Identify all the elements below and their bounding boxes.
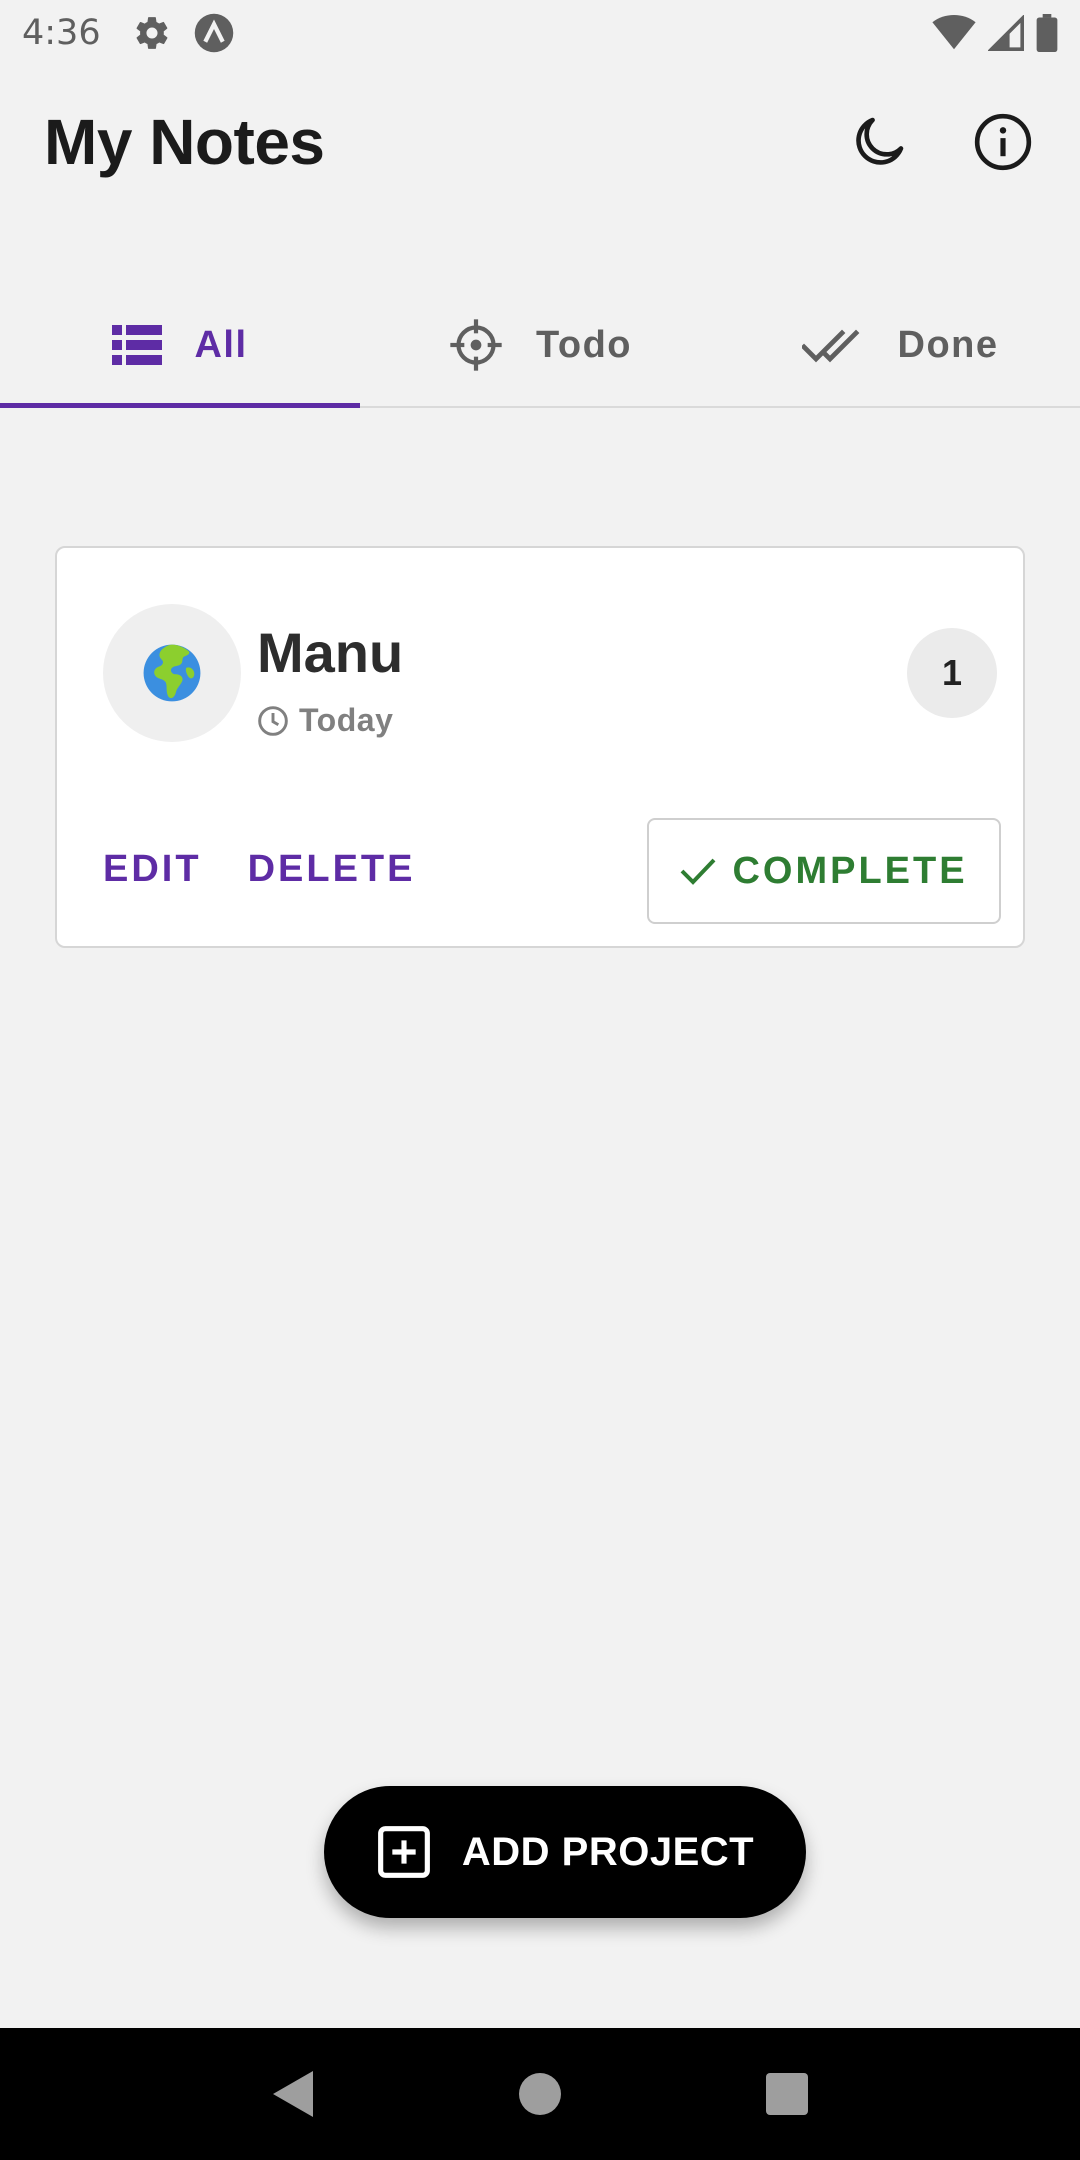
tab-done-label: Done xyxy=(897,323,999,366)
status-system-icons xyxy=(932,14,1058,52)
plus-square-icon xyxy=(377,1826,430,1878)
dark-mode-button[interactable] xyxy=(848,111,910,173)
cell-signal-icon xyxy=(988,15,1024,51)
task-count-badge: 1 xyxy=(907,628,997,718)
moon-icon xyxy=(856,117,904,165)
crosshair-icon xyxy=(450,319,502,371)
settings-icon xyxy=(133,14,171,52)
tab-all-label: All xyxy=(194,323,248,366)
info-button[interactable] xyxy=(972,111,1034,173)
system-nav-bar xyxy=(0,2028,1080,2160)
globe-icon xyxy=(143,644,201,702)
page-title: My Notes xyxy=(44,106,325,178)
home-button[interactable] xyxy=(510,2064,570,2124)
status-bar: 4:36 xyxy=(0,0,1080,66)
app-logo-icon xyxy=(193,12,235,54)
home-icon xyxy=(518,2073,561,2115)
project-avatar xyxy=(103,604,241,742)
add-project-label: ADD PROJECT xyxy=(461,1829,755,1874)
app-header: My Notes xyxy=(0,92,1080,192)
project-date-label: Today xyxy=(299,702,394,738)
status-time: 4:36 xyxy=(22,13,101,53)
back-button[interactable] xyxy=(263,2064,323,2124)
wifi-icon xyxy=(932,15,976,51)
info-icon xyxy=(974,113,1032,171)
header-actions xyxy=(848,111,1034,173)
add-project-button[interactable]: ADD PROJECT xyxy=(324,1786,806,1918)
tab-todo[interactable]: Todo xyxy=(360,284,720,406)
tab-done[interactable]: Done xyxy=(720,284,1080,406)
status-notification-icons xyxy=(133,12,235,54)
back-icon xyxy=(273,2071,314,2117)
recents-button[interactable] xyxy=(757,2064,817,2124)
filter-tabs: All Todo Done xyxy=(0,284,1080,408)
complete-button-label: COMPLETE xyxy=(732,849,968,892)
battery-icon xyxy=(1036,14,1058,52)
recents-icon xyxy=(765,2073,808,2115)
project-date: Today xyxy=(257,702,393,739)
tab-all[interactable]: All xyxy=(0,284,360,408)
double-check-icon xyxy=(801,329,859,363)
delete-button[interactable]: DELETE xyxy=(248,848,416,891)
edit-button[interactable]: EDIT xyxy=(103,848,202,891)
list-icon xyxy=(112,325,163,365)
complete-button[interactable]: COMPLETE xyxy=(647,818,1001,924)
tab-todo-label: Todo xyxy=(535,323,633,366)
check-icon xyxy=(681,858,716,885)
clock-icon xyxy=(258,705,288,736)
card-actions: EDIT DELETE xyxy=(103,848,415,891)
project-card[interactable]: Manu Today 1 EDIT DELETE COMPLETE xyxy=(55,546,1025,948)
project-name: Manu xyxy=(257,621,404,684)
